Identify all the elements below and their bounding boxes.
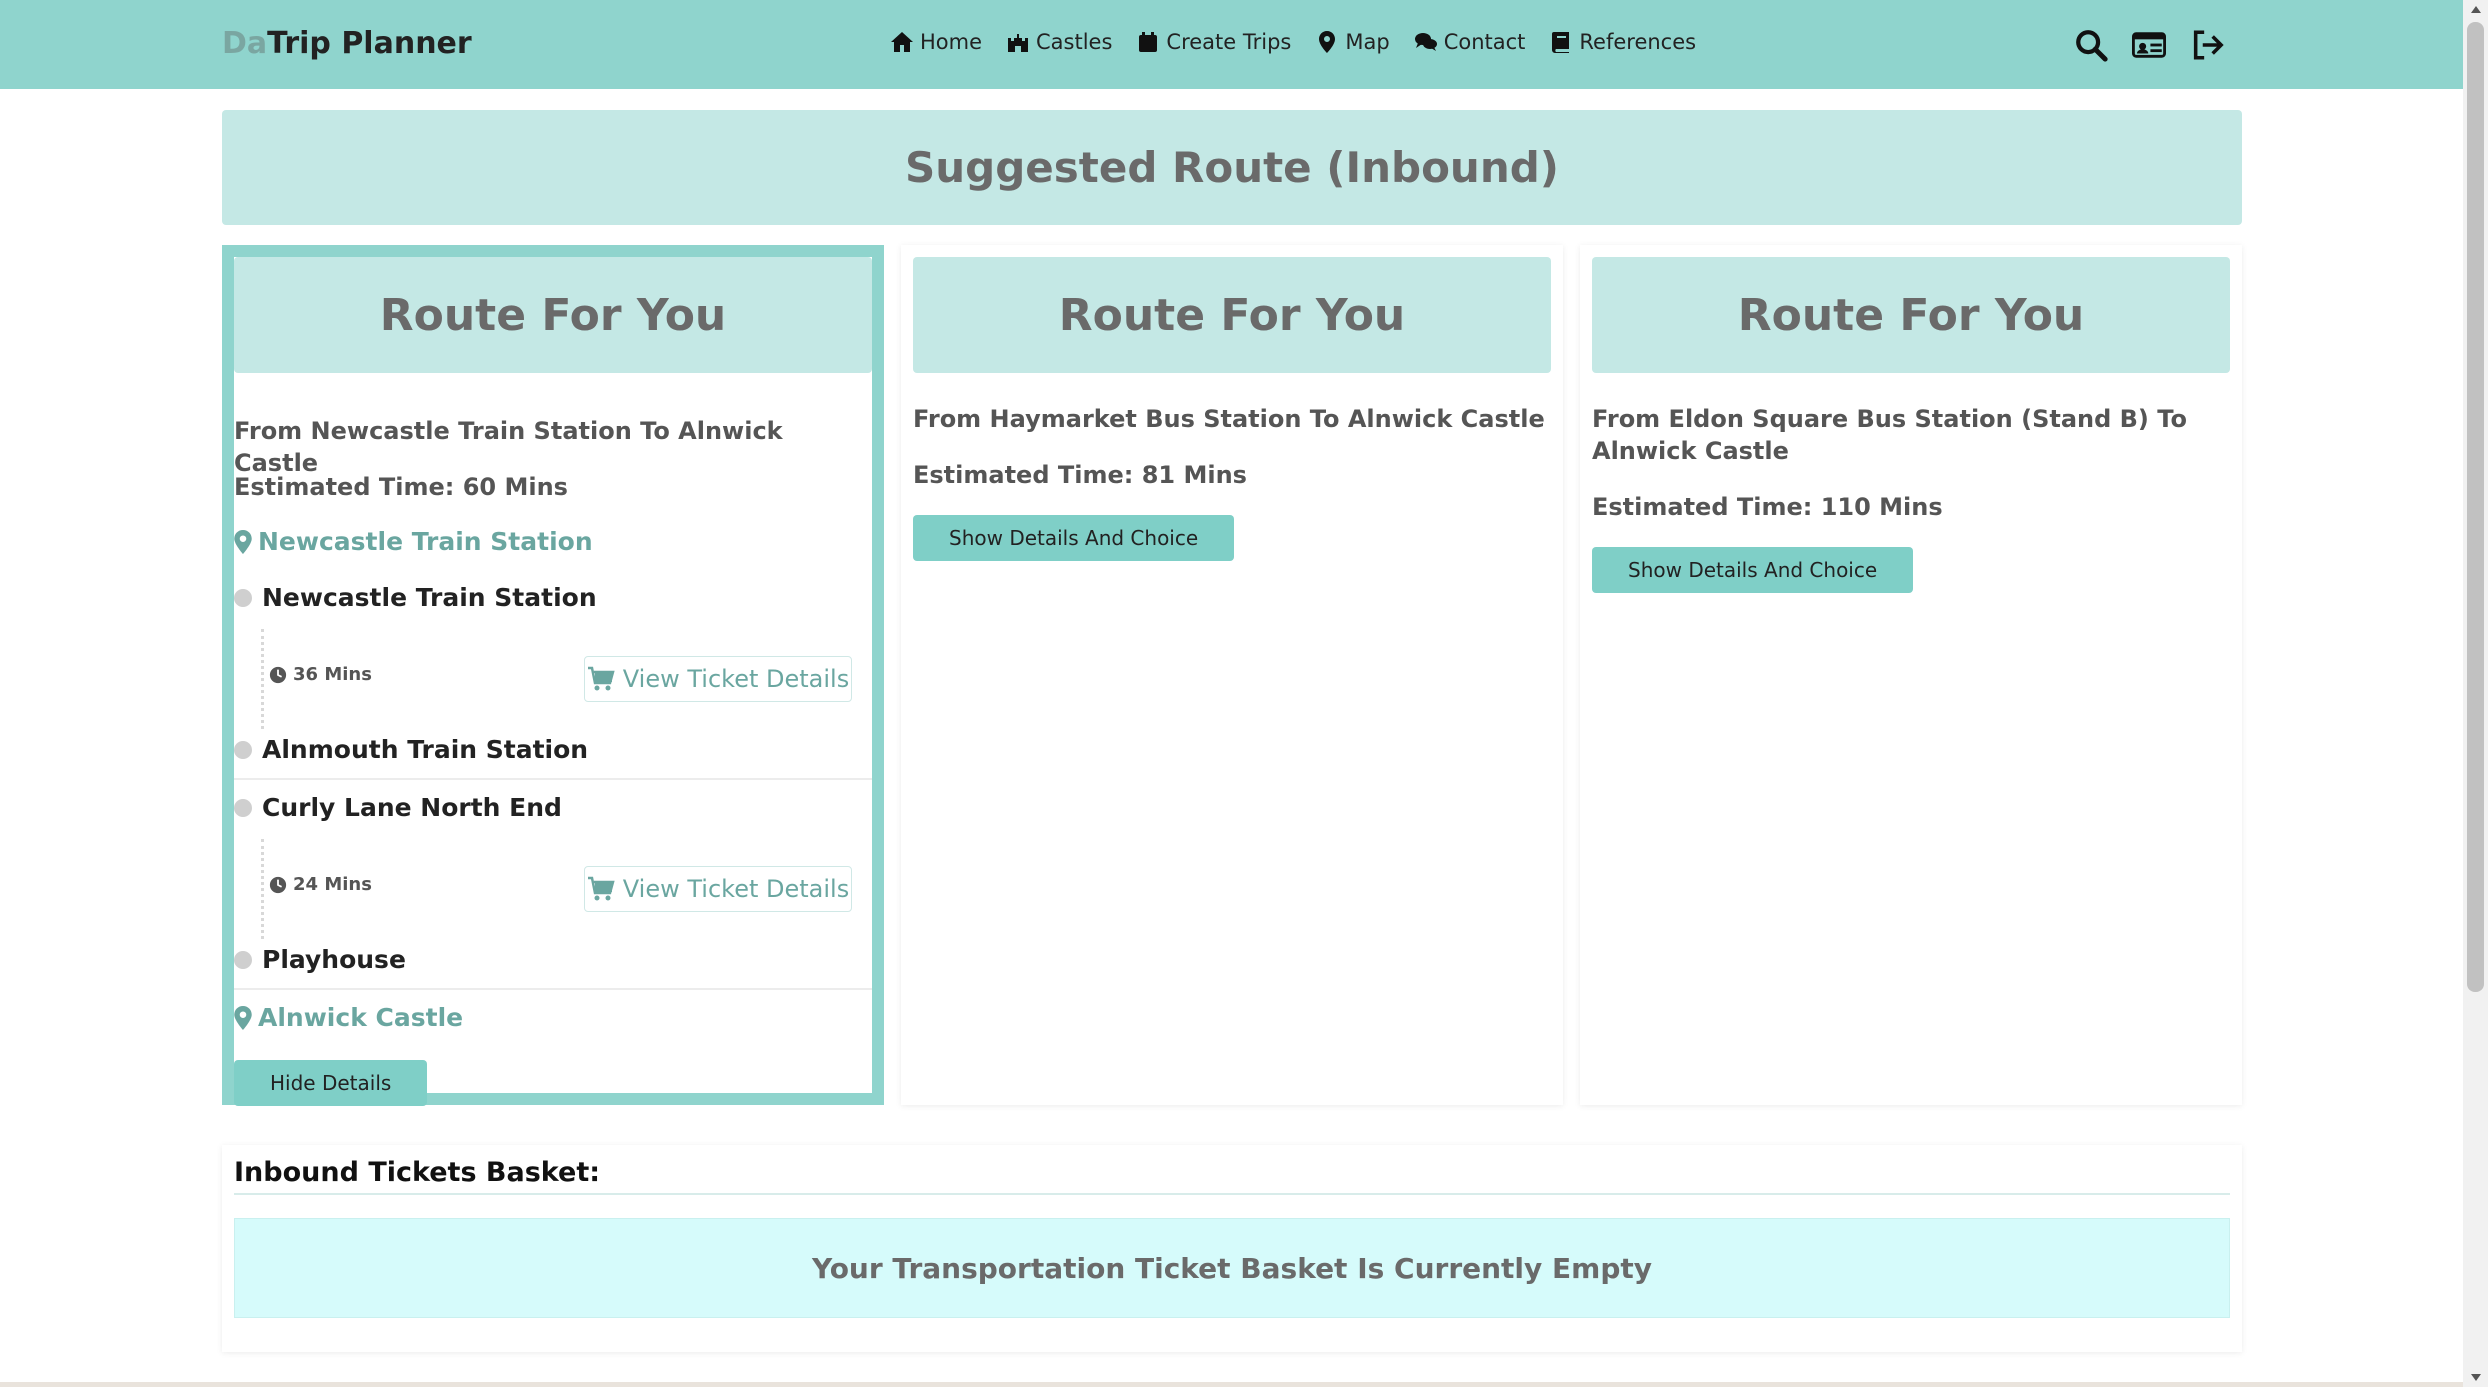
cart-icon — [587, 666, 615, 691]
nav-label: Contact — [1443, 30, 1526, 54]
route-card-header: Route For You — [234, 257, 872, 373]
route-connector — [261, 629, 264, 729]
stop-departure: Newcastle Train Station — [234, 583, 597, 612]
leg-duration-label: 24 Mins — [293, 874, 372, 895]
stop-dot — [234, 740, 252, 759]
leg-duration: 36 Mins — [269, 664, 372, 685]
route-from-to: From Eldon Square Bus Station (Stand B) … — [1592, 405, 2187, 465]
basket-empty-message: Your Transportation Ticket Basket Is Cur… — [234, 1218, 2230, 1318]
leg-duration-label: 36 Mins — [293, 664, 372, 685]
inbound-tickets-basket: Inbound Tickets Basket: Your Transportat… — [222, 1145, 2242, 1352]
calendar-icon — [1139, 32, 1158, 52]
nav-label: Castles — [1036, 30, 1113, 54]
nav-link-contact[interactable]: Contact — [1414, 30, 1526, 54]
view-ticket-details-button[interactable]: View Ticket Details — [584, 656, 852, 702]
clock-icon — [269, 876, 287, 893]
ticket-button-label: View Ticket Details — [622, 665, 850, 693]
page-title: Suggested Route (Inbound) — [222, 110, 2242, 225]
route-card-2: Route For You From Haymarket Bus Station… — [901, 245, 1563, 1105]
stop-name: Playhouse — [262, 945, 406, 974]
brand-logo[interactable]: DaTrip Planner — [222, 26, 472, 61]
comments-icon — [1414, 33, 1437, 51]
id-card-icon[interactable] — [2132, 28, 2166, 62]
route-card-header: Route For You — [1592, 257, 2230, 373]
route-from-to: From Newcastle Train Station To Alnwick … — [234, 417, 783, 477]
cart-icon — [587, 876, 615, 901]
nav-link-create-trips[interactable]: Create Trips — [1136, 30, 1291, 54]
stop-name: Curly Lane North End — [262, 793, 562, 822]
stop-arrival: Playhouse — [234, 945, 406, 974]
start-location-label: Newcastle Train Station — [258, 527, 593, 556]
leg-divider — [234, 778, 872, 780]
navbar-actions — [2074, 28, 2224, 62]
scroll-down-arrow-icon[interactable] — [2471, 1374, 2481, 1381]
nav-link-home[interactable]: Home — [890, 30, 982, 54]
ticket-button-label: View Ticket Details — [622, 875, 850, 903]
top-navbar: DaTrip Planner Home Castles Create Trips… — [0, 0, 2463, 89]
map-marker-icon — [1319, 31, 1336, 53]
stop-departure: Curly Lane North End — [234, 793, 562, 822]
route-from-to: From Haymarket Bus Station To Alnwick Ca… — [913, 405, 1545, 433]
castle-icon — [1008, 34, 1029, 52]
route-card-1: Route For You From Newcastle Train Stati… — [222, 245, 884, 1106]
clock-icon — [269, 666, 287, 683]
nav-links: Home Castles Create Trips Map Contact Re… — [890, 30, 1696, 54]
end-location: Alnwick Castle — [234, 1003, 463, 1032]
nav-label: Home — [920, 30, 983, 54]
map-marker-icon — [234, 529, 252, 554]
show-details-button[interactable]: Show Details And Choice — [1592, 547, 1914, 593]
stop-dot — [234, 798, 252, 817]
stop-name: Newcastle Train Station — [262, 583, 597, 612]
hide-details-button[interactable]: Hide Details — [234, 1060, 428, 1106]
logout-icon[interactable] — [2190, 28, 2224, 62]
nav-label: Map — [1345, 30, 1390, 54]
scrollbar-thumb[interactable] — [2467, 22, 2484, 992]
nav-label: References — [1579, 30, 1697, 54]
route-card-header: Route For You — [913, 257, 1551, 373]
map-marker-icon — [234, 1005, 252, 1030]
home-icon — [891, 32, 913, 52]
leg-divider — [234, 988, 872, 990]
stop-dot — [234, 588, 252, 607]
route-estimated-time: Estimated Time: 81 Mins — [913, 461, 1247, 489]
search-icon[interactable] — [2074, 28, 2108, 62]
view-ticket-details-button[interactable]: View Ticket Details — [584, 866, 852, 912]
page-scrollbar[interactable] — [2463, 0, 2488, 1387]
basket-title: Inbound Tickets Basket: — [234, 1157, 601, 1188]
end-location-label: Alnwick Castle — [258, 1003, 464, 1032]
scroll-up-arrow-icon[interactable] — [2471, 6, 2481, 13]
page-bottom-edge — [0, 1382, 2463, 1387]
route-estimated-time: Estimated Time: 60 Mins — [234, 473, 568, 501]
nav-link-castles[interactable]: Castles — [1006, 30, 1112, 54]
route-connector — [261, 839, 264, 939]
book-icon — [1552, 32, 1570, 53]
nav-label: Create Trips — [1166, 30, 1292, 54]
nav-link-references[interactable]: References — [1549, 30, 1696, 54]
stop-arrival: Alnmouth Train Station — [234, 735, 588, 764]
basket-divider — [234, 1193, 2230, 1195]
stop-name: Alnmouth Train Station — [262, 735, 589, 764]
route-estimated-time: Estimated Time: 110 Mins — [1592, 493, 1943, 521]
brand-prefix: Da — [222, 26, 268, 61]
brand-name: Trip Planner — [267, 26, 472, 61]
nav-link-map[interactable]: Map — [1315, 30, 1390, 54]
show-details-button[interactable]: Show Details And Choice — [913, 515, 1235, 561]
route-card-3: Route For You From Eldon Square Bus Stat… — [1580, 245, 2242, 1105]
start-location: Newcastle Train Station — [234, 527, 593, 556]
stop-dot — [234, 950, 252, 969]
leg-duration: 24 Mins — [269, 874, 372, 895]
